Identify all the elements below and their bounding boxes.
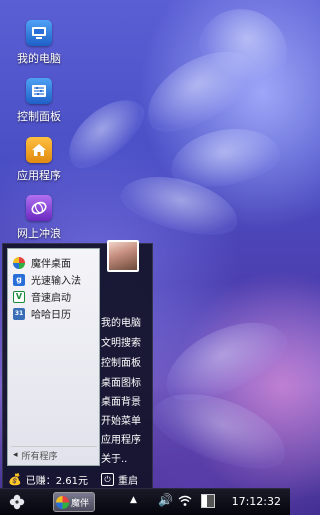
tray-up-arrow-icon[interactable]: ▲ — [130, 495, 137, 505]
app-item-moban-desktop[interactable]: 魔伴桌面 — [8, 254, 99, 271]
calendar-icon: 31 — [13, 307, 25, 320]
earnings-text: 已赚：2.61元 — [25, 475, 88, 487]
volume-icon[interactable]: 🔊 — [158, 493, 173, 507]
arrow-left-icon: ◂ — [13, 450, 18, 460]
desktop-icon-applications[interactable]: 应用程序 — [0, 137, 79, 183]
desktop-icon-label: 应用程序 — [17, 169, 61, 182]
battery-icon[interactable] — [201, 494, 215, 508]
start-menu-apps-pane: 魔伴桌面 g 光速输入法 V 音速启动 31 哈哈日历 ◂ 所有程序 — [7, 248, 100, 466]
control-panel-icon — [26, 78, 52, 104]
desktop-icon-my-computer[interactable]: 我的电脑 — [0, 20, 79, 66]
menu-item-about[interactable]: 关于.. — [101, 450, 127, 465]
taskbar-item-label: 魔伴 — [71, 498, 90, 509]
avatar[interactable] — [107, 240, 139, 272]
menu-item-start-menu[interactable]: 开始菜单 — [101, 412, 141, 427]
browser-icon — [26, 195, 52, 221]
computer-icon — [26, 20, 52, 46]
all-programs-label: 所有程序 — [21, 451, 58, 462]
menu-item-desktop-background[interactable]: 桌面背景 — [101, 393, 141, 408]
restart-button[interactable]: ⏻ 重启 — [101, 472, 138, 487]
start-flower-icon — [9, 494, 25, 510]
power-icon: ⏻ — [101, 472, 114, 486]
restart-label: 重启 — [118, 475, 138, 487]
clock[interactable]: 17:12:32 — [232, 495, 281, 508]
wifi-icon[interactable] — [178, 495, 192, 507]
start-menu: 魔伴桌面 g 光速输入法 V 音速启动 31 哈哈日历 ◂ 所有程序 我的电脑 … — [2, 240, 153, 491]
all-programs-button[interactable]: ◂ 所有程序 — [11, 446, 97, 463]
menu-item-control-panel[interactable]: 控制面板 — [101, 354, 141, 369]
desktop-icon-surf-web[interactable]: 网上冲浪 — [0, 195, 79, 241]
app-item-sonic-launcher[interactable]: V 音速启动 — [8, 288, 99, 305]
app-item-haha-calendar[interactable]: 31 哈哈日历 — [8, 305, 99, 322]
app-item-label: 光速输入法 — [31, 276, 81, 287]
menu-item-search[interactable]: 文明搜索 — [101, 334, 141, 349]
menu-item-my-computer[interactable]: 我的电脑 — [101, 314, 141, 329]
desktop-icon-label: 控制面板 — [17, 110, 61, 123]
g-input-icon: g — [13, 273, 25, 286]
app-item-lightspeed-input[interactable]: g 光速输入法 — [8, 271, 99, 288]
v-launcher-icon: V — [13, 290, 25, 303]
desktop-icon-label: 网上冲浪 — [17, 227, 61, 240]
home-icon — [26, 137, 52, 163]
app-item-label: 哈哈日历 — [31, 310, 71, 321]
start-menu-footer: 💰 已赚：2.61元 ⏻ 重启 — [3, 468, 152, 490]
money-bag-icon: 💰 — [8, 472, 22, 486]
desktop-icon-label: 我的电脑 — [17, 52, 61, 65]
taskbar-item-moban[interactable]: 魔伴 — [53, 492, 95, 512]
desktop-icon-control-panel[interactable]: 控制面板 — [0, 78, 79, 124]
taskbar: 魔伴 ▲ 🔊 17:12:32 — [0, 488, 290, 515]
start-button[interactable] — [4, 489, 30, 515]
pinwheel-icon — [56, 495, 69, 509]
menu-item-desktop-icons[interactable]: 桌面图标 — [101, 374, 141, 389]
app-item-label: 音速启动 — [31, 293, 71, 304]
menu-item-applications[interactable]: 应用程序 — [101, 431, 141, 446]
app-item-label: 魔伴桌面 — [31, 259, 71, 270]
pinwheel-icon — [13, 256, 25, 269]
